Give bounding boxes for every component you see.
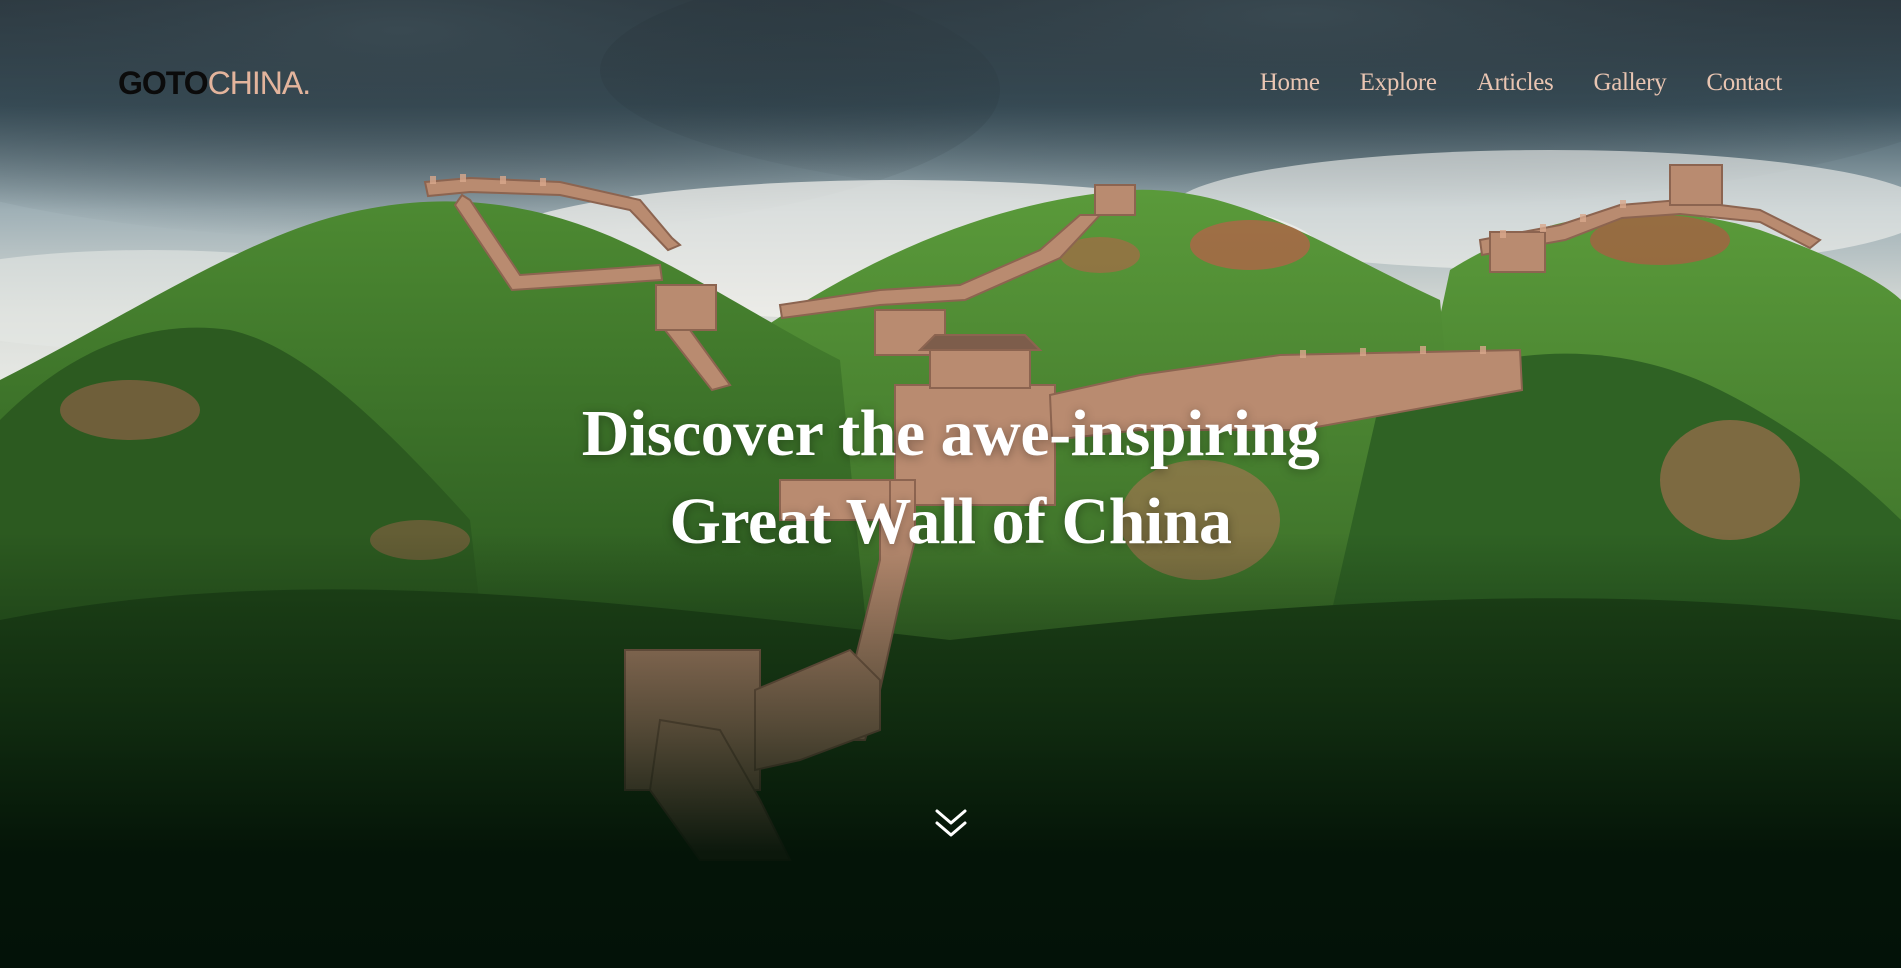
nav-link-gallery[interactable]: Gallery (1593, 69, 1666, 96)
nav-link-contact[interactable]: Contact (1706, 69, 1782, 96)
nav-item-gallery: Gallery (1593, 66, 1666, 100)
hero-section: GOTOCHINA. Home Explore Articles Gallery… (0, 0, 1901, 968)
hero-headline-line-1: Discover the awe-inspiring (581, 397, 1320, 470)
site-header: GOTOCHINA. Home Explore Articles Gallery… (0, 0, 1901, 165)
logo-text-china: CHINA. (207, 65, 311, 101)
nav-item-explore: Explore (1360, 66, 1437, 100)
hero-headline-line-2: Great Wall of China (669, 485, 1232, 558)
nav-link-articles[interactable]: Articles (1477, 69, 1554, 96)
nav-item-articles: Articles (1477, 66, 1554, 100)
site-logo[interactable]: GOTOCHINA. (118, 62, 311, 104)
hero-headline: Discover the awe-inspiring Great Wall of… (0, 390, 1901, 566)
nav-link-explore[interactable]: Explore (1360, 69, 1437, 96)
logo-text-goto: GOTO (118, 65, 209, 101)
double-chevron-down-icon[interactable] (934, 806, 968, 840)
nav-link-home[interactable]: Home (1260, 69, 1320, 96)
main-nav: Home Explore Articles Gallery Contact (1260, 66, 1783, 100)
nav-item-contact: Contact (1706, 66, 1782, 100)
nav-item-home: Home (1260, 66, 1320, 100)
